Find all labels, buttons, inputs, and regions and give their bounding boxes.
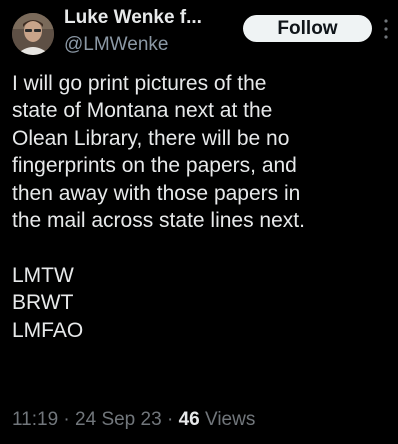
tweet-meta: 11:19 · 24 Sep 23 · 46 Views bbox=[12, 408, 255, 432]
tweet-tag-line: LMTW bbox=[12, 263, 74, 287]
tweet-tag-line: BRWT bbox=[12, 291, 74, 315]
views-label[interactable]: Views bbox=[205, 409, 255, 430]
tweet-text-line: I will go print pictures of the bbox=[12, 72, 267, 95]
tweet-text-line: then away with those papers in bbox=[12, 181, 301, 205]
tweet-text-line: state of Montana next at the bbox=[12, 99, 273, 123]
author-display-name[interactable]: Luke Wenke f... bbox=[64, 6, 254, 30]
more-vertical-icon[interactable] bbox=[383, 18, 389, 40]
tweet-time[interactable]: 11:19 bbox=[12, 409, 58, 430]
tweet-text-line: Olean Library, there will be no bbox=[12, 126, 290, 150]
tweet-text-line: the mail across state lines next. bbox=[12, 209, 305, 233]
views-count[interactable]: 46 bbox=[179, 409, 200, 430]
avatar-image bbox=[12, 13, 54, 55]
follow-button[interactable]: Follow bbox=[243, 15, 372, 42]
author-info: Luke Wenke f... @LMWenke bbox=[64, 6, 254, 57]
tweet-text: I will go print pictures of the state of… bbox=[12, 70, 392, 344]
meta-separator: · bbox=[166, 409, 174, 430]
tweet-tag-line: LMFAO bbox=[12, 318, 84, 342]
author-handle[interactable]: @LMWenke bbox=[64, 33, 254, 57]
tweet-date[interactable]: 24 Sep 23 bbox=[75, 409, 162, 430]
tweet-text-line: fingerprints on the papers, and bbox=[12, 154, 297, 178]
meta-separator: · bbox=[63, 409, 70, 430]
avatar[interactable] bbox=[12, 13, 54, 55]
tweet-header: Luke Wenke f... @LMWenke Follow bbox=[0, 0, 398, 64]
